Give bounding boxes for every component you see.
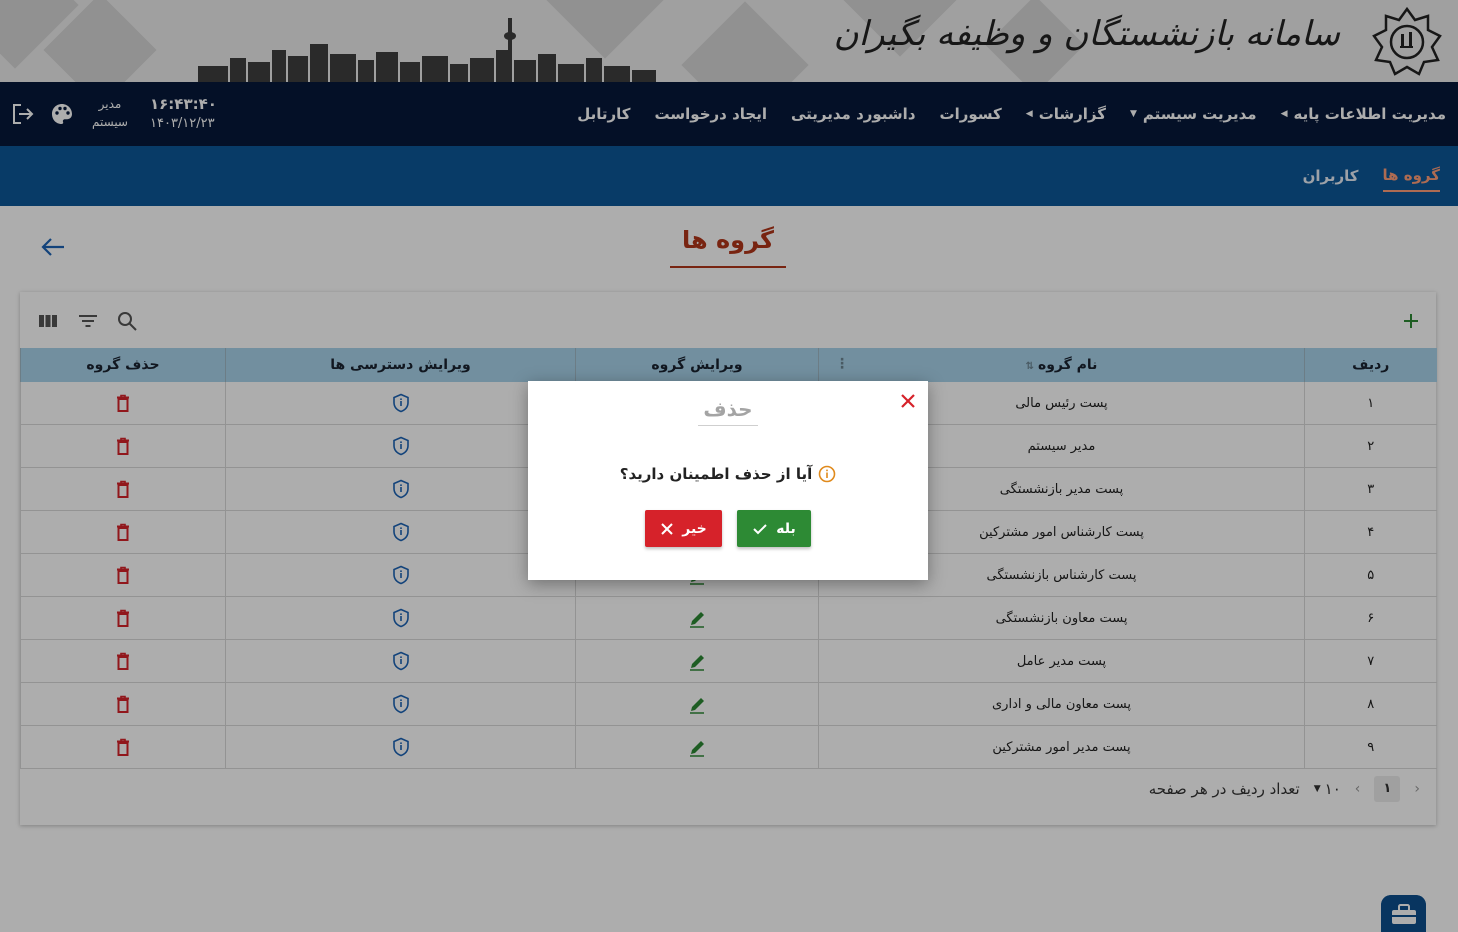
no-button-label: خیر (682, 520, 707, 537)
delete-confirm-dialog: حذف آیا از حذف اطمینان دارید؟ خیر بله (528, 381, 928, 580)
dialog-actions: خیر بله (645, 510, 811, 547)
close-icon[interactable] (898, 391, 918, 411)
dialog-title: حذف (698, 397, 758, 426)
info-icon (818, 465, 836, 483)
check-icon (753, 523, 767, 534)
dialog-message-text: آیا از حذف اطمینان دارید؟ (619, 465, 813, 483)
yes-button[interactable]: بله (737, 510, 811, 547)
dialog-message: آیا از حذف اطمینان دارید؟ (528, 465, 928, 483)
no-button[interactable]: خیر (645, 510, 722, 547)
close-icon (661, 522, 673, 535)
yes-button-label: بله (776, 520, 796, 537)
